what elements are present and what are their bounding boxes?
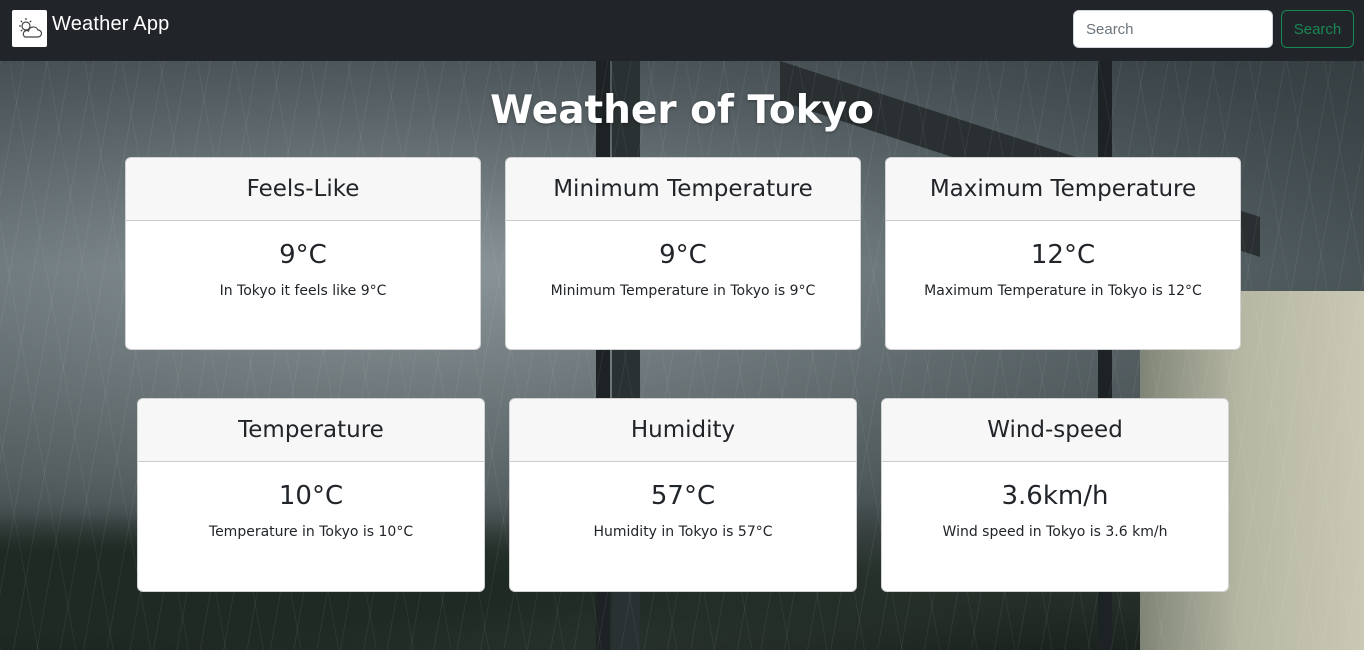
- minimum-temperature-card: Minimum Temperature 9°C Minimum Temperat…: [505, 157, 861, 350]
- card-description: Humidity in Tokyo is 57°C: [593, 524, 773, 540]
- brand-title[interactable]: Weather App: [52, 13, 169, 36]
- card-title: Humidity: [510, 399, 856, 462]
- card-title: Minimum Temperature: [506, 158, 860, 221]
- card-description: Temperature in Tokyo is 10°C: [208, 524, 414, 540]
- wind-speed-card: Wind-speed 3.6km/h Wind speed in Tokyo i…: [881, 398, 1229, 592]
- feels-like-card: Feels-Like 9°C In Tokyo it feels like 9°…: [125, 157, 481, 350]
- card-value: 57°C: [650, 481, 716, 511]
- card-value: 3.6km/h: [1001, 481, 1109, 511]
- page-title: Weather of Tokyo: [490, 88, 874, 133]
- card-description: In Tokyo it feels like 9°C: [219, 283, 387, 299]
- card-title: Maximum Temperature: [886, 158, 1240, 221]
- card-description: Minimum Temperature in Tokyo is 9°C: [550, 283, 816, 299]
- card-title: Temperature: [138, 399, 484, 462]
- card-description: Maximum Temperature in Tokyo is 12°C: [924, 283, 1202, 299]
- card-value: 9°C: [279, 240, 327, 270]
- card-value: 9°C: [659, 240, 707, 270]
- navbar: Weather App Search: [0, 0, 1364, 61]
- temperature-card: Temperature 10°C Temperature in Tokyo is…: [137, 398, 485, 592]
- card-value: 12°C: [1030, 240, 1096, 270]
- card-title: Feels-Like: [126, 158, 480, 221]
- card-description: Wind speed in Tokyo is 3.6 km/h: [942, 524, 1168, 540]
- card-value: 10°C: [278, 481, 344, 511]
- card-title: Wind-speed: [882, 399, 1228, 462]
- cloud-sun-icon: [18, 17, 42, 38]
- search-button[interactable]: Search: [1281, 10, 1354, 48]
- search-input[interactable]: [1073, 10, 1273, 48]
- brand-logo[interactable]: [12, 10, 47, 47]
- maximum-temperature-card: Maximum Temperature 12°C Maximum Tempera…: [885, 157, 1241, 350]
- humidity-card: Humidity 57°C Humidity in Tokyo is 57°C: [509, 398, 857, 592]
